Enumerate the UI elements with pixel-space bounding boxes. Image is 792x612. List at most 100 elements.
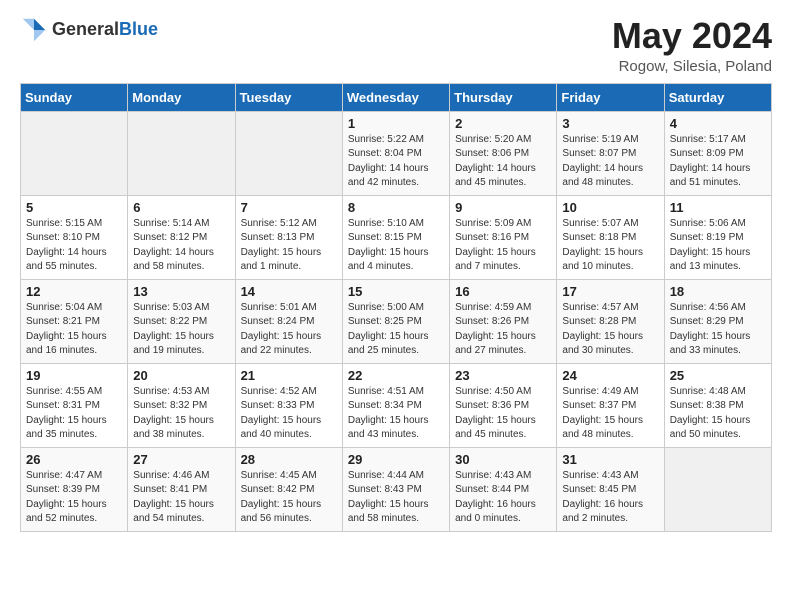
cell-info: Sunrise: 5:03 AMSunset: 8:22 PMDaylight:… [133,301,229,359]
cell-info: Sunrise: 4:48 AMSunset: 8:38 PMDaylight:… [670,385,766,443]
cell-info: Sunrise: 5:20 AMSunset: 8:06 PMDaylight:… [455,133,551,191]
calendar-cell: 24 Sunrise: 4:49 AMSunset: 8:37 PMDayligh… [557,363,664,447]
cell-info: Sunrise: 5:01 AMSunset: 8:24 PMDaylight:… [241,301,337,359]
calendar-cell: 9Sunrise: 5:09 AMSunset: 8:16 PMDaylight… [450,195,557,279]
day-number: 27 [133,452,229,467]
cell-info: Sunrise: 5:15 AMSunset: 8:10 PMDaylight:… [26,217,122,275]
calendar-cell: 17Sunrise: 4:57 AMSunset: 8:28 PMDayligh… [557,279,664,363]
cell-info: Sunrise: 4:50 AMSunset: 8:36 PMDaylight:… [455,385,551,443]
calendar-cell: 7 Sunrise: 5:12 AMSunset: 8:13 PMDaylight… [235,195,342,279]
calendar-week-5: 26 Sunrise: 4:47 AMSunset: 8:39 PMDayligh… [21,447,772,531]
calendar-cell: 22 Sunrise: 4:51 AMSunset: 8:34 PMDayligh… [342,363,449,447]
cell-info: Sunrise: 5:12 AMSunset: 8:13 PMDaylight:… [241,217,337,275]
logo-icon [20,16,48,44]
calendar-cell: 29 Sunrise: 4:44 AMSunset: 8:43 PMDayligh… [342,447,449,531]
month-title: May 2024 [612,16,772,56]
day-number: 7 [241,200,337,215]
day-number: 12 [26,284,122,299]
col-header-sunday: Sunday [21,83,128,111]
day-number: 22 [348,368,444,383]
day-number: 20 [133,368,229,383]
calendar-week-3: 12 Sunrise: 5:04 AMSunset: 8:21 PMDayligh… [21,279,772,363]
cell-info: Sunrise: 5:14 AMSunset: 8:12 PMDaylight:… [133,217,229,275]
col-header-wednesday: Wednesday [342,83,449,111]
day-number: 26 [26,452,122,467]
day-number: 21 [241,368,337,383]
col-header-monday: Monday [128,83,235,111]
day-number: 9 [455,200,551,215]
calendar-cell [235,111,342,195]
logo-general: General [52,19,119,39]
cell-info: Sunrise: 4:49 AMSunset: 8:37 PMDaylight:… [562,385,658,443]
calendar-cell [664,447,771,531]
calendar-cell: 28 Sunrise: 4:45 AMSunset: 8:42 PMDayligh… [235,447,342,531]
cell-info: Sunrise: 4:47 AMSunset: 8:39 PMDaylight:… [26,469,122,527]
col-header-saturday: Saturday [664,83,771,111]
logo: GeneralBlue [20,16,158,44]
cell-info: Sunrise: 4:53 AMSunset: 8:32 PMDaylight:… [133,385,229,443]
col-header-friday: Friday [557,83,664,111]
calendar-cell: 1 Sunrise: 5:22 AMSunset: 8:04 PMDaylight… [342,111,449,195]
day-number: 2 [455,116,551,131]
calendar-cell: 25 Sunrise: 4:48 AMSunset: 8:38 PMDayligh… [664,363,771,447]
day-number: 13 [133,284,229,299]
calendar-cell: 20 Sunrise: 4:53 AMSunset: 8:32 PMDayligh… [128,363,235,447]
day-number: 30 [455,452,551,467]
cell-info: Sunrise: 4:52 AMSunset: 8:33 PMDaylight:… [241,385,337,443]
col-header-tuesday: Tuesday [235,83,342,111]
calendar-cell: 19 Sunrise: 4:55 AMSunset: 8:31 PMDayligh… [21,363,128,447]
day-number: 25 [670,368,766,383]
cell-info: Sunrise: 4:43 AMSunset: 8:45 PMDaylight:… [562,469,658,527]
day-number: 23 [455,368,551,383]
cell-info: Sunrise: 5:17 AMSunset: 8:09 PMDaylight:… [670,133,766,191]
calendar-cell: 5 Sunrise: 5:15 AMSunset: 8:10 PMDaylight… [21,195,128,279]
day-number: 8 [348,200,444,215]
calendar-cell: 4 Sunrise: 5:17 AMSunset: 8:09 PMDaylight… [664,111,771,195]
calendar-cell: 16 Sunrise: 4:59 AMSunset: 8:26 PMDayligh… [450,279,557,363]
col-header-thursday: Thursday [450,83,557,111]
page-header: GeneralBlue May 2024 Rogow, Silesia, Pol… [20,16,772,75]
cell-info: Sunrise: 4:45 AMSunset: 8:42 PMDaylight:… [241,469,337,527]
calendar-cell: 15 Sunrise: 5:00 AMSunset: 8:25 PMDayligh… [342,279,449,363]
cell-info: Sunrise: 4:51 AMSunset: 8:34 PMDaylight:… [348,385,444,443]
day-number: 28 [241,452,337,467]
cell-info: Sunrise: 5:00 AMSunset: 8:25 PMDaylight:… [348,301,444,359]
cell-info: Sunrise: 4:57 AMSunset: 8:28 PMDaylight:… [562,301,658,359]
day-number: 24 [562,368,658,383]
calendar-cell: 30 Sunrise: 4:43 AMSunset: 8:44 PMDayligh… [450,447,557,531]
calendar-cell [128,111,235,195]
calendar-cell: 3Sunrise: 5:19 AMSunset: 8:07 PMDaylight… [557,111,664,195]
cell-info: Sunrise: 5:04 AMSunset: 8:21 PMDaylight:… [26,301,122,359]
cell-info: Sunrise: 4:43 AMSunset: 8:44 PMDaylight:… [455,469,551,527]
cell-info: Sunrise: 5:19 AMSunset: 8:07 PMDaylight:… [562,133,658,191]
calendar-cell: 23 Sunrise: 4:50 AMSunset: 8:36 PMDayligh… [450,363,557,447]
calendar-cell: 18Sunrise: 4:56 AMSunset: 8:29 PMDayligh… [664,279,771,363]
calendar-week-2: 5 Sunrise: 5:15 AMSunset: 8:10 PMDaylight… [21,195,772,279]
cell-info: Sunrise: 4:46 AMSunset: 8:41 PMDaylight:… [133,469,229,527]
cell-info: Sunrise: 5:22 AMSunset: 8:04 PMDaylight:… [348,133,444,191]
day-number: 11 [670,200,766,215]
calendar-cell: 13 Sunrise: 5:03 AMSunset: 8:22 PMDayligh… [128,279,235,363]
cell-info: Sunrise: 4:44 AMSunset: 8:43 PMDaylight:… [348,469,444,527]
day-number: 1 [348,116,444,131]
calendar-cell: 14 Sunrise: 5:01 AMSunset: 8:24 PMDayligh… [235,279,342,363]
logo-blue: Blue [119,19,158,39]
title-block: May 2024 Rogow, Silesia, Poland [612,16,772,75]
day-number: 16 [455,284,551,299]
day-number: 15 [348,284,444,299]
calendar-header-row: SundayMondayTuesdayWednesdayThursdayFrid… [21,83,772,111]
cell-info: Sunrise: 5:07 AMSunset: 8:18 PMDaylight:… [562,217,658,275]
cell-info: Sunrise: 4:59 AMSunset: 8:26 PMDaylight:… [455,301,551,359]
calendar-cell: 26 Sunrise: 4:47 AMSunset: 8:39 PMDayligh… [21,447,128,531]
day-number: 29 [348,452,444,467]
day-number: 5 [26,200,122,215]
day-number: 10 [562,200,658,215]
cell-info: Sunrise: 4:55 AMSunset: 8:31 PMDaylight:… [26,385,122,443]
day-number: 19 [26,368,122,383]
calendar-cell [21,111,128,195]
calendar-week-1: 1 Sunrise: 5:22 AMSunset: 8:04 PMDaylight… [21,111,772,195]
day-number: 14 [241,284,337,299]
day-number: 4 [670,116,766,131]
calendar-cell: 31 Sunrise: 4:43 AMSunset: 8:45 PMDayligh… [557,447,664,531]
day-number: 31 [562,452,658,467]
